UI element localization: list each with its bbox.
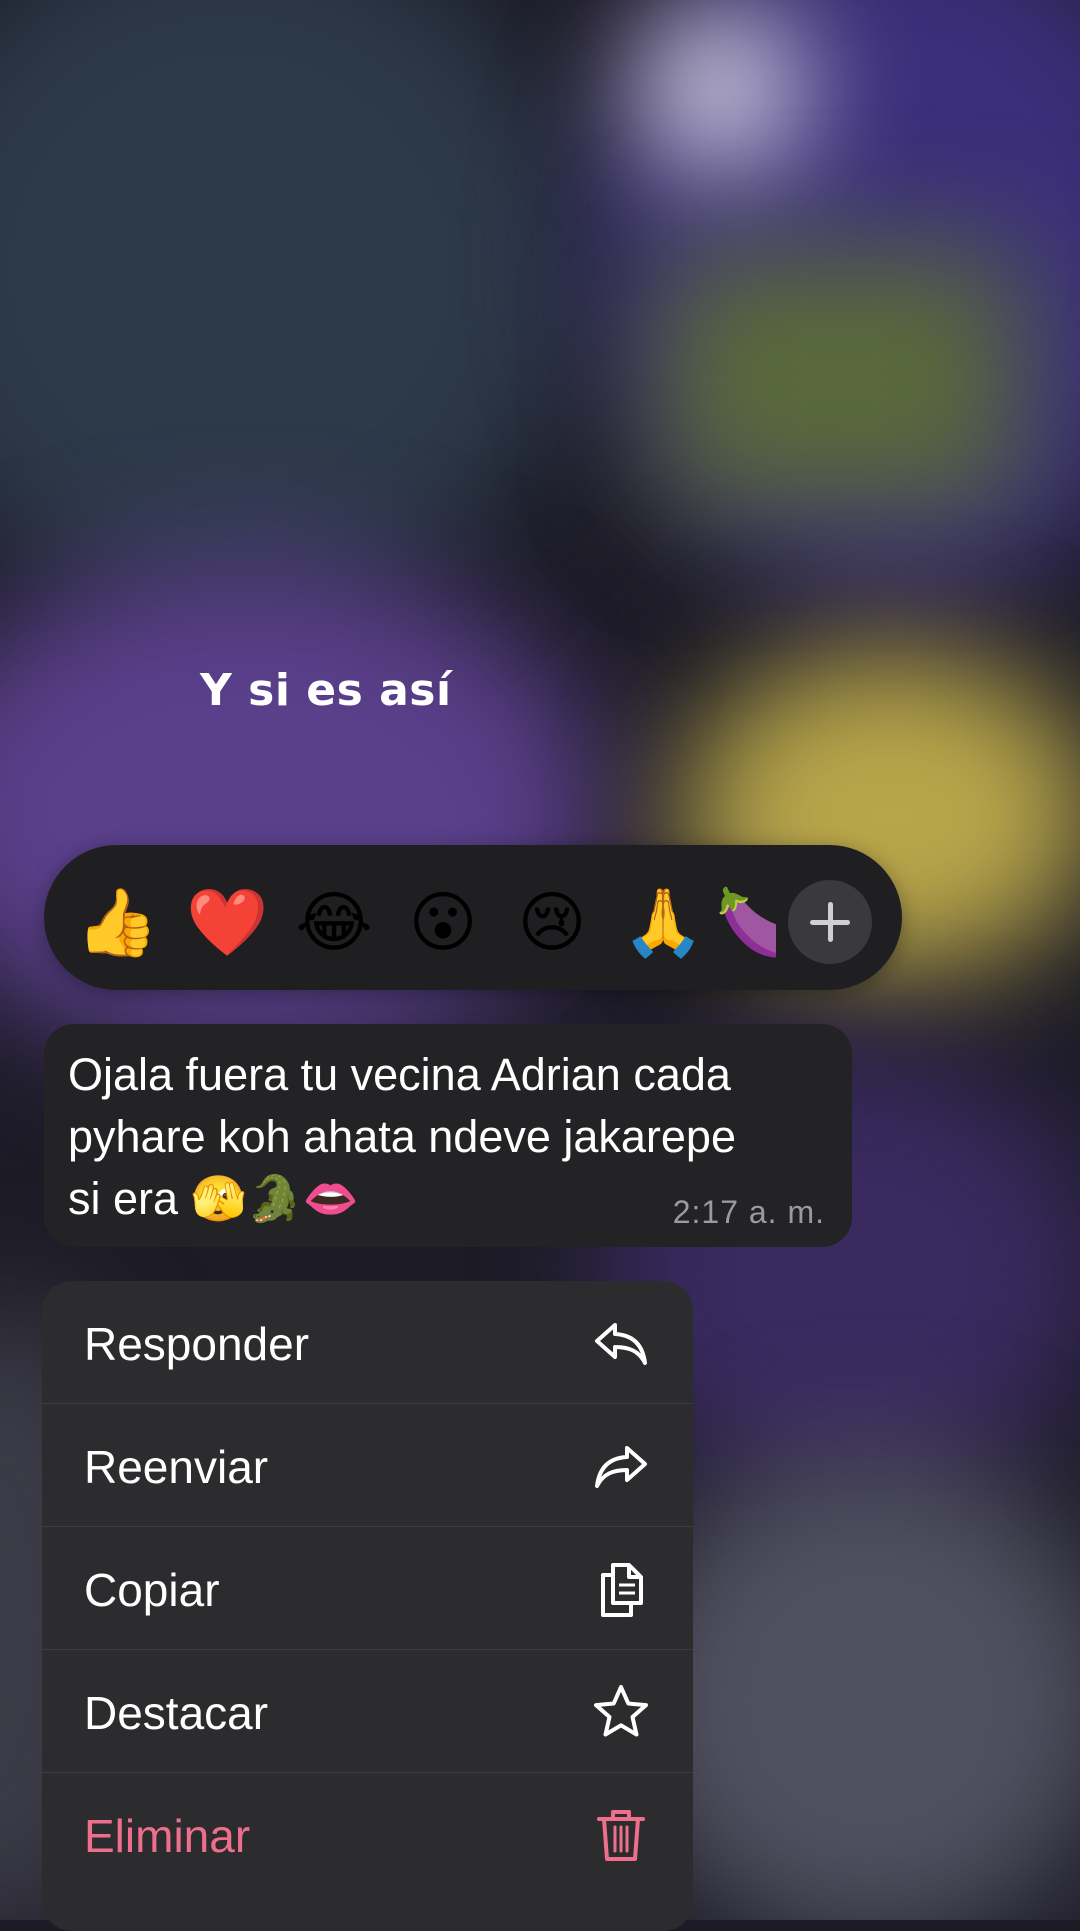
eggplant-emoji[interactable]: 🍆 xyxy=(716,883,776,963)
forward-icon xyxy=(591,1436,651,1496)
menu-item-forward[interactable]: Reenviar xyxy=(42,1404,693,1527)
caption-text: Y si es así xyxy=(200,665,452,716)
reply-icon xyxy=(591,1313,651,1373)
message-bubble[interactable]: Ojala fuera tu vecina Adrian cada pyhare… xyxy=(44,1024,852,1247)
menu-item-copy[interactable]: Copiar xyxy=(42,1527,693,1650)
red-heart-emoji[interactable]: ❤️ xyxy=(186,883,268,963)
menu-item-label: Destacar xyxy=(84,1687,269,1739)
copy-icon xyxy=(591,1559,651,1619)
surprised-face-emoji[interactable]: 😮 xyxy=(403,883,483,963)
thumbs-up-emoji[interactable]: 👍 xyxy=(76,883,158,963)
tears-of-joy-emoji[interactable]: 😂 xyxy=(294,883,374,963)
menu-item-label: Eliminar xyxy=(84,1810,251,1862)
star-icon xyxy=(591,1682,651,1742)
crying-face-emoji[interactable]: 😢 xyxy=(512,883,592,963)
folded-hands-emoji[interactable]: 🙏 xyxy=(622,883,704,963)
menu-item-label: Copiar xyxy=(84,1564,220,1616)
context-menu: Responder Reenviar Copiar Destacar Elimi… xyxy=(42,1281,693,1931)
menu-item-label: Reenviar xyxy=(84,1441,269,1493)
menu-item-label: Responder xyxy=(84,1318,310,1370)
trash-icon xyxy=(591,1805,651,1865)
message-timestamp: 2:17 a. m. xyxy=(672,1194,825,1230)
menu-item-delete[interactable]: Eliminar xyxy=(42,1773,693,1896)
reaction-bar: 👍 ❤️ 😂 😮 😢 🙏 🍆 xyxy=(44,845,902,990)
plus-icon[interactable] xyxy=(788,880,872,964)
menu-item-star[interactable]: Destacar xyxy=(42,1650,693,1773)
menu-item-reply[interactable]: Responder xyxy=(42,1281,693,1404)
